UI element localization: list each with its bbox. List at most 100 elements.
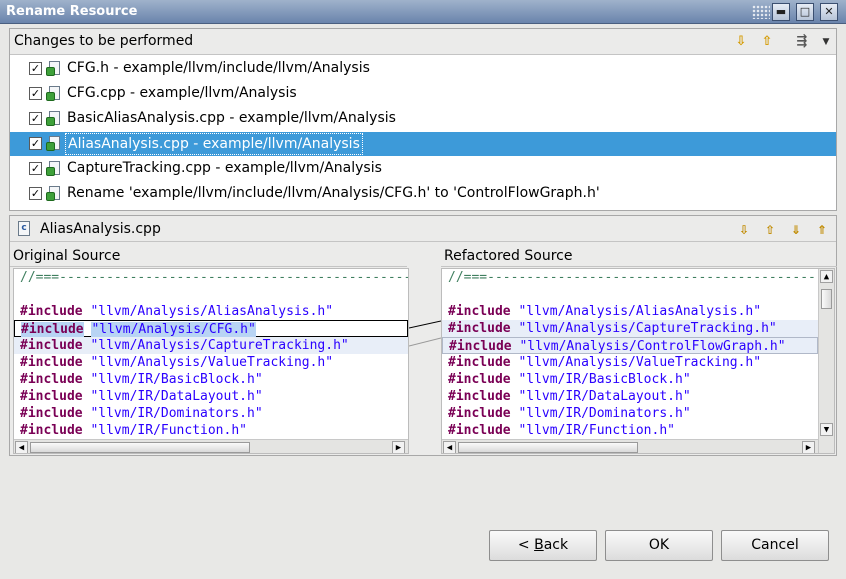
code-line: #include "llvm/Analysis/ValueTracking.h" [442,354,818,371]
checkbox[interactable]: ✓ [29,62,42,75]
refactored-hscrollbar[interactable]: ◀ ▶ [442,439,818,453]
previous-difference-icon[interactable]: ⇧ [762,222,778,238]
tree-item[interactable]: ✓ CaptureTracking.cpp - example/llvm/Anal… [10,157,836,181]
file-change-icon [46,86,61,102]
code-keyword: #include [448,423,511,438]
changes-header-label: Changes to be performed [14,33,194,49]
code-string: "llvm/IR/BasicBlock.h" [518,372,691,387]
scroll-up-icon[interactable]: ▲ [820,270,833,283]
original-source-pane[interactable]: //===-----------------------------------… [13,268,409,454]
code-string: "llvm/Analysis/CaptureTracking.h" [518,321,777,336]
rename-icon [46,186,61,202]
code-string: "llvm/Analysis/CaptureTracking.h" [90,338,349,353]
ok-button[interactable]: OK [605,530,713,561]
code-line: #include "llvm/IR/DataLayout.h" [442,388,818,405]
back-button-mnemonic: B [534,537,544,553]
scroll-thumb[interactable] [821,289,832,309]
title-bar: Rename Resource ▬ □ ✕ [0,0,846,24]
tree-item-label: CaptureTracking.cpp - example/llvm/Analy… [67,160,382,176]
next-change-icon[interactable]: ⇓ [788,222,804,238]
restore-icon[interactable]: ▬ [772,3,790,21]
code-line: //===-----------------------------------… [442,269,834,286]
refactored-source-header: Refactored Source [441,245,837,267]
code-string: "llvm/IR/Dominators.h" [518,406,691,421]
code-string: "llvm/Analysis/ValueTracking.h" [518,355,762,370]
code-keyword: #include [448,406,511,421]
tree-item[interactable]: ✓ BasicAliasAnalysis.cpp - example/llvm/A… [10,107,836,131]
tree-item-label: BasicAliasAnalysis.cpp - example/llvm/An… [67,110,396,126]
tree-item[interactable]: ✓ AliasAnalysis.cpp - example/llvm/Analys… [10,132,836,156]
code-line: #include "llvm/Analysis/AliasAnalysis.h" [442,303,818,320]
code-keyword: #include [20,355,83,370]
code-line: #include "llvm/Analysis/CaptureTracking.… [14,337,408,354]
tree-item-label: CFG.h - example/llvm/include/llvm/Analys… [67,60,370,76]
cancel-button[interactable]: Cancel [721,530,829,561]
file-change-icon [46,111,61,127]
code-string: "llvm/Analysis/ControlFlowGraph.h" [519,339,786,354]
code-string: "llvm/Analysis/CFG.h" [91,322,256,337]
code-line: #include "llvm/IR/DataLayout.h" [14,388,408,405]
compare-header: c AliasAnalysis.cpp ⇩ ⇧ ⇓ ⇑ [10,216,836,242]
resize-grip-icon [752,5,770,19]
down-arrow-icon[interactable]: ⇩ [733,34,749,50]
tree-item[interactable]: ✓ CFG.cpp - example/llvm/Analysis [10,82,836,106]
filter-icon[interactable]: ⇶ [794,34,810,50]
refactored-vscrollbar[interactable]: ▲ ▼ [818,269,834,453]
original-hscrollbar[interactable]: ◀ ▶ [14,439,408,453]
code-string: "llvm/IR/Function.h" [518,423,675,438]
checkbox[interactable]: ✓ [29,112,42,125]
checkbox[interactable]: ✓ [29,162,42,175]
file-change-icon [46,61,61,77]
code-line: #include "llvm/IR/BasicBlock.h" [442,371,818,388]
original-source-header: Original Source [10,245,407,267]
checkbox[interactable]: ✓ [29,137,42,150]
close-icon[interactable]: ✕ [820,3,838,21]
code-line: #include "llvm/IR/Function.h" [14,422,408,439]
checkbox[interactable]: ✓ [29,87,42,100]
next-difference-icon[interactable]: ⇩ [736,222,752,238]
code-keyword: #include [20,304,83,319]
scroll-right-icon[interactable]: ▶ [392,441,405,453]
code-line: //===-----------------------------------… [14,269,408,286]
scroll-down-icon[interactable]: ▼ [820,423,833,436]
code-keyword: #include [20,389,83,404]
code-comment: //===-----------------------------------… [448,270,835,285]
scroll-right-icon[interactable]: ▶ [802,441,815,453]
changes-panel: Changes to be performed ⇩ ⇧ ⇶ ▼ ✓ CFG.h -… [9,28,837,211]
code-keyword: #include [449,339,512,354]
code-keyword: #include [448,304,511,319]
code-line: #include "llvm/Analysis/CFG.h" [14,320,408,337]
code-keyword: #include [20,406,83,421]
code-line: #include "llvm/Analysis/CaptureTracking.… [442,320,818,337]
previous-change-icon[interactable]: ⇑ [814,222,830,238]
up-arrow-icon[interactable]: ⇧ [759,34,775,50]
menu-dropdown-icon[interactable]: ▼ [818,34,834,50]
tree-item-label: AliasAnalysis.cpp - example/llvm/Analysi… [65,133,363,155]
tree-item[interactable]: ✓ Rename 'example/llvm/include/llvm/Analy… [10,182,836,206]
code-keyword: #include [20,423,83,438]
scroll-thumb[interactable] [30,442,250,453]
file-change-icon [46,136,61,152]
checkbox[interactable]: ✓ [29,187,42,200]
maximize-icon[interactable]: □ [796,3,814,21]
code-line: #include "llvm/Analysis/AliasAnalysis.h" [14,303,408,320]
tree-item-label: Rename 'example/llvm/include/llvm/Analys… [67,185,600,201]
refactored-source-pane[interactable]: //===-----------------------------------… [441,268,835,454]
code-line: #include "llvm/Analysis/ControlFlowGraph… [442,337,818,354]
code-string: "llvm/IR/Function.h" [90,423,247,438]
scroll-left-icon[interactable]: ◀ [15,441,28,453]
code-line: #include "llvm/IR/BasicBlock.h" [14,371,408,388]
code-string: "llvm/Analysis/AliasAnalysis.h" [90,304,334,319]
tree-item[interactable]: ✓ CFG.h - example/llvm/include/llvm/Analy… [10,57,836,81]
code-keyword: #include [448,389,511,404]
back-button[interactable]: < Back [489,530,597,561]
scroll-thumb[interactable] [458,442,638,453]
code-string: "llvm/Analysis/ValueTracking.h" [90,355,334,370]
scroll-left-icon[interactable]: ◀ [443,441,456,453]
code-line: #include "llvm/Analysis/ValueTracking.h" [14,354,408,371]
back-button-prefix: < [517,537,535,553]
code-line: #include "llvm/IR/Dominators.h" [14,405,408,422]
code-string: "llvm/IR/DataLayout.h" [518,389,691,404]
